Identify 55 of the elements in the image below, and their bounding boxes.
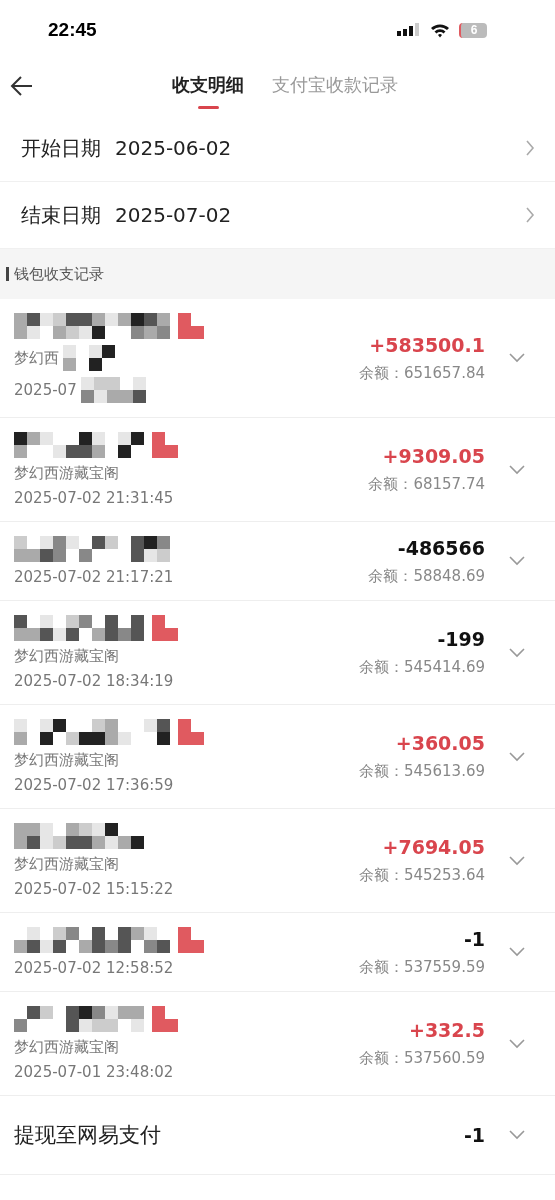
record-time: 2025-07-02 21:17:21: [14, 568, 174, 586]
merchant-name: 梦幻西游藏宝阁: [14, 1038, 119, 1057]
record-title: 提现至网易支付: [14, 1122, 162, 1149]
balance-text: 余额：58848.69: [368, 566, 485, 586]
balance-text: 余额：537560.59: [358, 1049, 485, 1068]
status-time: 22:45: [48, 19, 97, 41]
record-time: 2025-07-02 15:15:22: [14, 880, 174, 898]
record-time: 2025-07: [14, 381, 77, 399]
chevron-down-icon[interactable]: [509, 1130, 525, 1140]
section-title: 钱包收支记录: [14, 264, 104, 284]
merchant-name: 梦幻西游藏宝阁: [14, 647, 119, 666]
balance-text: 余额：545613.69: [358, 762, 485, 781]
date-label: 开始日期: [21, 134, 101, 162]
record-amount: -486566: [397, 536, 485, 559]
chevron-down-icon[interactable]: [509, 464, 525, 475]
signal-icon: [397, 23, 421, 37]
record-amount: -1: [463, 927, 485, 950]
balance-text: 余额：545253.64: [358, 866, 485, 885]
chevron-right-icon: [525, 207, 535, 223]
record-amount: +7694.05: [382, 836, 485, 858]
record-amount: -199: [437, 628, 485, 650]
record-time: 2025-07-02 12:58:52: [14, 959, 174, 977]
battery-icon: 6: [459, 22, 487, 38]
record-amount: +583500.1: [369, 333, 485, 356]
chevron-down-icon[interactable]: [509, 947, 525, 957]
record-amount: +9309.05: [382, 445, 485, 467]
date-value[interactable]: 2025-06-02: [115, 136, 525, 160]
balance-text: 余额：651657.84: [358, 363, 485, 383]
chevron-down-icon[interactable]: [509, 855, 525, 866]
chevron-down-icon[interactable]: [509, 1038, 525, 1049]
tab[interactable]: 收支明细: [172, 64, 244, 111]
wifi-icon: [430, 22, 450, 38]
chevron-down-icon[interactable]: [509, 556, 525, 566]
chevron-down-icon[interactable]: [509, 647, 525, 658]
record-time: 2025-07-01 23:48:02: [14, 1063, 174, 1081]
chevron-down-icon[interactable]: [509, 751, 525, 762]
balance-text: 余额：68157.74: [368, 475, 485, 494]
record-amount: +360.05: [395, 732, 485, 754]
record-amount: +332.5: [408, 1019, 485, 1041]
merchant-name: 梦幻西游藏宝阁: [14, 464, 119, 483]
chevron-right-icon: [525, 140, 535, 156]
merchant-name: 梦幻西游藏宝阁: [14, 855, 119, 874]
record-time: 2025-07-02 18:34:19: [14, 672, 174, 690]
back-icon[interactable]: [10, 75, 34, 97]
merchant-name: 梦幻西游藏宝阁: [14, 751, 119, 770]
record-time: 2025-07-02 17:36:59: [14, 776, 174, 794]
merchant-name: 梦幻西: [14, 348, 59, 368]
date-value[interactable]: 2025-07-02: [115, 203, 525, 227]
section-marker: [6, 267, 9, 281]
balance-text: 余额：537559.59: [358, 957, 485, 977]
record-amount: -1: [463, 1124, 485, 1146]
chevron-down-icon[interactable]: [509, 353, 525, 363]
record-time: 2025-07-02 21:31:45: [14, 489, 174, 507]
date-label: 结束日期: [21, 201, 101, 229]
balance-text: 余额：545414.69: [358, 658, 485, 677]
